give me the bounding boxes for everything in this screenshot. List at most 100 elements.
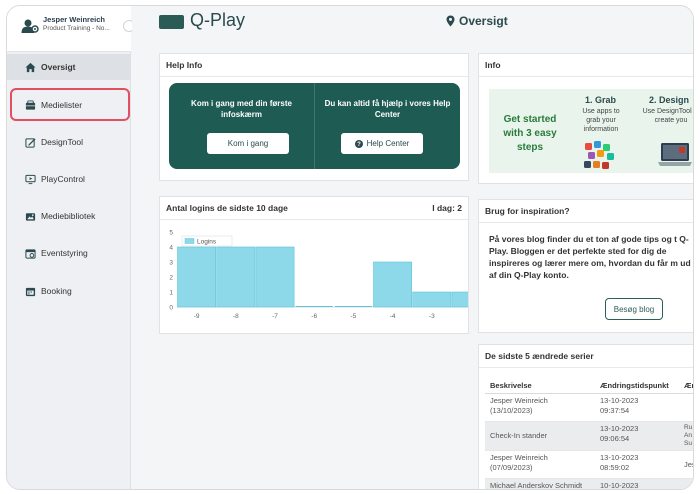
visit-blog-button[interactable]: Besøg blog [605, 298, 663, 320]
x-tick-label: -7 [272, 313, 278, 320]
row-extra [679, 478, 693, 489]
column-header[interactable]: Æn [679, 378, 693, 394]
user-org: Product Training - No... [43, 25, 110, 32]
card-title: Brug for inspiration? [485, 206, 570, 216]
page-location-label: Oversigt [459, 14, 508, 28]
x-tick-label: -9 [194, 313, 200, 320]
card-title: Info [485, 60, 501, 70]
help-info-card: Help Info Kom i gang med din første info… [159, 53, 469, 181]
card-title: Help Info [166, 60, 203, 70]
y-tick-label: 3 [169, 260, 173, 267]
x-tick-label: -3 [429, 313, 435, 320]
sidebar-item-mediebibliotek[interactable]: Mediebibliotek [7, 203, 131, 229]
row-extra: Ru An Su [679, 421, 693, 451]
info-card: Info Get started with 3 easy steps 1. Gr… [478, 53, 694, 184]
info-step1-title: 1. Grab [585, 95, 617, 105]
chart-bar [451, 291, 468, 308]
y-tick-label: 0 [169, 305, 173, 312]
sidebar-item-label: Mediebibliotek [41, 211, 96, 221]
play-control-icon [25, 174, 36, 184]
logo-mark [159, 15, 184, 29]
sidebar-item-label: DesignTool [41, 137, 84, 147]
sidebar-item-label: Eventstyring [41, 248, 88, 258]
svg-text:?: ? [357, 142, 361, 148]
info-step2-desc: Use DesignTool to create you [642, 108, 694, 124]
sidebar-item-designtool[interactable]: DesignTool [7, 129, 131, 155]
help-right-text: Du kan altid få hjælp i vores Help Cente… [324, 99, 451, 119]
row-extra: Jes [679, 450, 693, 479]
table-row[interactable]: Michael Anderskov Schmidt 10-10-2023 [485, 478, 693, 489]
legend-swatch [184, 238, 195, 244]
legend-label: Logins [197, 239, 217, 246]
main-content: Q-Play Oversigt Help Info Kom i gang med… [132, 6, 694, 489]
question-icon: ? [354, 139, 363, 148]
help-center-button[interactable]: ? Help Center [341, 133, 423, 154]
design-tool-icon [25, 137, 36, 148]
help-col-right: Du kan altid få hjælp i vores Help Cente… [315, 83, 460, 169]
home-icon [25, 62, 36, 72]
row-date: 13-10-2023 [600, 396, 639, 405]
row-timestamp: 13-10-2023 08:59:02 [595, 450, 679, 479]
sidebar-item-eventstyring[interactable]: Eventstyring [7, 240, 131, 266]
y-tick-label: 1 [169, 290, 173, 297]
table-row[interactable]: Check-In stander 13-10-2023 09:06:54 Ru A… [485, 421, 693, 451]
info-step1-desc: Use apps to grab your information [582, 108, 620, 133]
table-row[interactable]: Jesper Weinreich (07/09/2023) 13-10-2023… [485, 450, 693, 479]
get-started-button[interactable]: Kom i gang [207, 133, 289, 154]
chart-bar [255, 246, 295, 308]
y-tick-label: 4 [169, 245, 173, 252]
chart-bar [373, 261, 413, 308]
calendar-icon [25, 287, 36, 296]
row-timestamp: 13-10-2023 09:37:54 [595, 393, 679, 422]
sidebar-item-oversigt[interactable]: Oversigt [7, 54, 131, 80]
get-started-label: Kom i gang [227, 139, 269, 148]
card-divider [479, 367, 693, 368]
row-description: Jesper Weinreich (07/09/2023) [485, 450, 595, 479]
y-tick-label: 5 [169, 230, 173, 237]
x-tick-label: -8 [233, 313, 239, 320]
row-description: Jesper Weinreich (13/10/2023) [485, 393, 595, 422]
card-title: Antal logins de sidste 10 dage [166, 203, 288, 213]
top-bar: Q-Play Oversigt [132, 6, 693, 40]
column-header[interactable]: Ændringstidspunkt [595, 378, 679, 394]
selection-highlight [10, 88, 130, 121]
app-window: Jesper Weinreich Product Training - No..… [6, 5, 694, 490]
user-box[interactable]: Jesper Weinreich Product Training - No..… [7, 6, 131, 52]
y-tick-label: 2 [169, 275, 173, 282]
info-banner[interactable]: Get started with 3 easy steps 1. Grab Us… [489, 89, 694, 173]
inspiration-text: På vores blog finder du et ton af gode t… [489, 234, 691, 280]
logins-chart: 012345-9-8-7-6-5-4-3-2-10Logins [169, 230, 468, 320]
x-tick-label: -6 [311, 313, 317, 320]
help-left-text: Kom i gang med din første infoskærm [191, 99, 292, 119]
info-headline: Get started with 3 easy steps [503, 114, 557, 153]
sidebar-item-label: PlayControl [41, 174, 85, 184]
x-tick-label: -4 [390, 313, 396, 320]
today-count: I dag: 2 [432, 203, 462, 213]
help-col-left: Kom i gang med din første infoskærm Kom … [169, 83, 314, 169]
logins-card: Antal logins de sidste 10 dage I dag: 2 … [159, 196, 469, 334]
row-date: 13-10-2023 [600, 453, 639, 462]
sidebar-item-booking[interactable]: Booking [7, 278, 131, 304]
chart-bar [216, 246, 256, 308]
apps-cluster-icon [584, 141, 614, 169]
page-location: Oversigt [446, 14, 508, 28]
sidebar: Jesper Weinreich Product Training - No..… [7, 6, 135, 489]
column-header[interactable]: Beskrivelse [485, 378, 595, 394]
row-time: 08:59:02 [600, 463, 630, 472]
recent-series-card: De sidste 5 ændrede serier Beskrivelse Æ… [478, 344, 693, 489]
event-icon [25, 248, 36, 259]
info-step2-title: 2. Design [649, 95, 690, 105]
row-description: Check-In stander [485, 421, 595, 451]
recent-series-table: Beskrivelse Ændringstidspunkt Æn Jesper … [485, 378, 693, 489]
table-row[interactable]: Jesper Weinreich (13/10/2023) 13-10-2023… [485, 393, 693, 422]
card-divider [479, 76, 693, 77]
media-library-icon [25, 212, 36, 221]
card-divider [160, 219, 468, 220]
help-banner: Kom i gang med din første infoskærm Kom … [169, 83, 460, 169]
user-name: Jesper Weinreich [43, 15, 105, 24]
card-divider [160, 76, 468, 77]
row-time: 09:37:54 [600, 406, 630, 415]
chart-bar [177, 246, 217, 308]
sidebar-item-playcontrol[interactable]: PlayControl [7, 166, 131, 192]
row-date: 13-10-2023 [600, 424, 639, 433]
